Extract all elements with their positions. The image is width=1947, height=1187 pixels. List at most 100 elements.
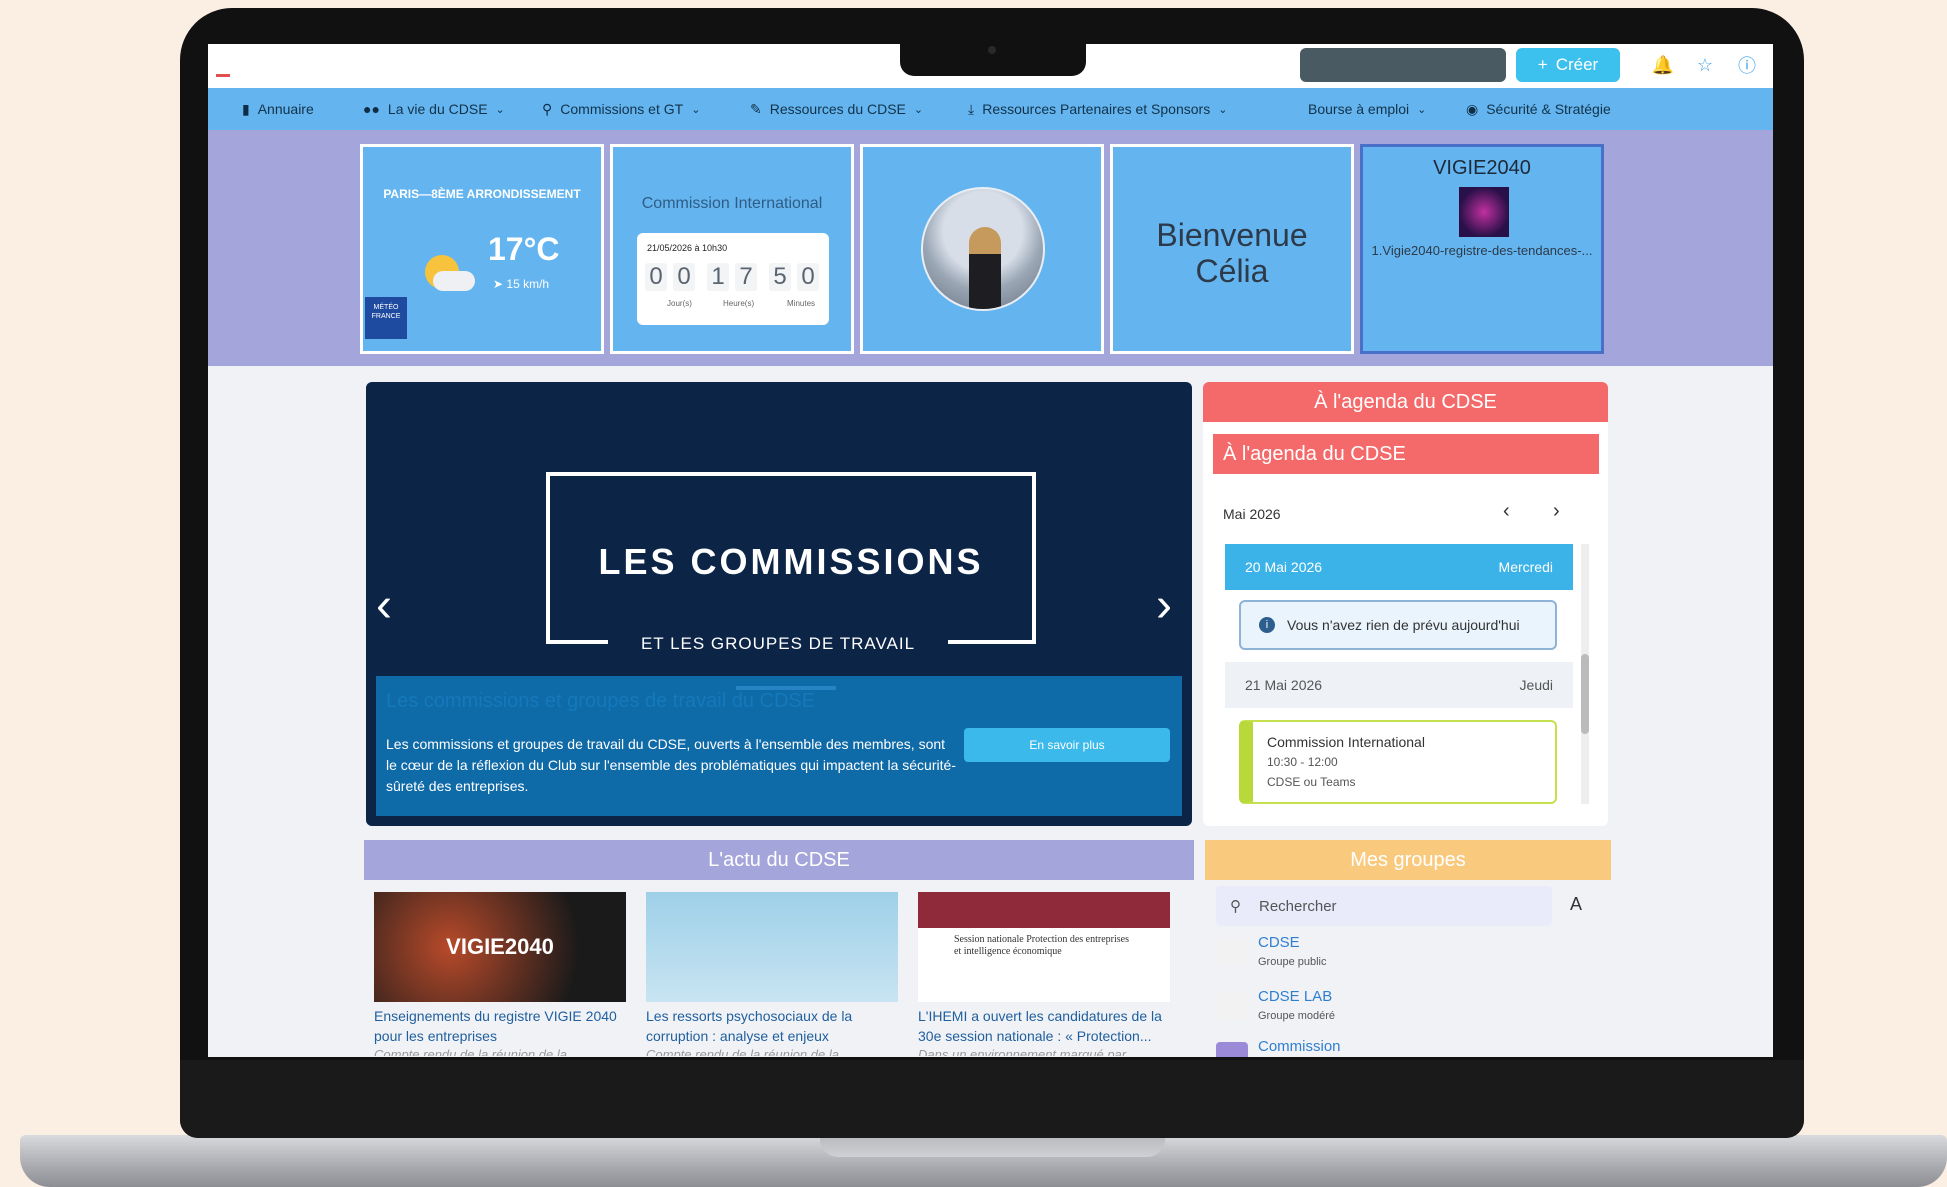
- chevron-down-icon: ⌄: [691, 103, 701, 116]
- carousel-title: LES COMMISSIONS: [598, 541, 984, 582]
- global-search-input[interactable]: [1300, 48, 1506, 82]
- agenda-subheader: À l'agenda du CDSE: [1213, 434, 1599, 474]
- create-button[interactable]: + Créer: [1516, 48, 1620, 82]
- weather-temperature: 17°C: [488, 231, 560, 267]
- group-logo: [1216, 992, 1248, 1020]
- weather-location: PARIS—8ÈME ARRONDISSEMENT: [383, 187, 581, 201]
- countdown-card: 21/05/2026 à 10h30 0 0 1 7 5 0 Jour(s) H…: [637, 233, 829, 325]
- agenda-day-today[interactable]: 20 Mai 2026 Mercredi: [1225, 544, 1573, 590]
- news-image[interactable]: VIGIE2040: [374, 892, 626, 1002]
- agenda-panel: À l'agenda du CDSE À l'agenda du CDSE Ma…: [1203, 382, 1608, 826]
- cloud-icon: [433, 271, 475, 291]
- group-item[interactable]: CDSE Groupe public: [1216, 930, 1546, 978]
- bell-icon[interactable]: 🔔: [1652, 54, 1674, 76]
- group-item[interactable]: Commission: [1216, 1034, 1546, 1057]
- plus-icon: +: [1537, 55, 1548, 74]
- countdown-digit: 7: [735, 263, 757, 291]
- avatar[interactable]: [921, 187, 1045, 311]
- nav-item-commissions[interactable]: ⚲ Commissions et GT ⌄: [542, 88, 700, 130]
- chevron-right-icon[interactable]: ›: [1156, 578, 1172, 633]
- star-icon[interactable]: ☆: [1694, 54, 1716, 76]
- screen: + Créer 🔔 ☆ ⓘ ▮ Annuaire ●● La vie du CD…: [208, 44, 1773, 1057]
- vigie-thumbnail[interactable]: [1459, 187, 1509, 237]
- nav-item-bourse-emploi[interactable]: Bourse à emploi ⌄: [1308, 88, 1426, 130]
- agenda-event[interactable]: Commission International 10:30 - 12:00 C…: [1239, 720, 1557, 804]
- caption-text: Les commissions et groupes de travail du…: [386, 736, 956, 794]
- countdown-digit: 1: [707, 263, 729, 291]
- nav-item-ressources[interactable]: ✎ Ressources du CDSE ⌄: [750, 88, 923, 130]
- nav-item-annuaire[interactable]: ▮ Annuaire: [242, 88, 314, 130]
- countdown-digit: 0: [673, 263, 695, 291]
- agenda-empty-note: i Vous n'avez rien de prévu aujourd'hui: [1239, 600, 1557, 650]
- news-card[interactable]: VIGIE2040 Enseignements du registre VIGI…: [374, 892, 626, 1056]
- vigie-tile[interactable]: VIGIE2040 1.Vigie2040-registre-des-tenda…: [1360, 144, 1604, 354]
- learn-more-button[interactable]: En savoir plus: [964, 728, 1170, 762]
- countdown-unit: Heure(s): [723, 299, 755, 308]
- chevron-right-icon[interactable]: ›: [1553, 500, 1560, 523]
- carousel-frame: LES COMMISSIONS: [546, 472, 1036, 644]
- camera-icon: [988, 46, 996, 54]
- countdown-digit: 0: [645, 263, 667, 291]
- main-nav: ▮ Annuaire ●● La vie du CDSE ⌄ ⚲ Commiss…: [208, 88, 1773, 130]
- weather-tile: PARIS—8ÈME ARRONDISSEMENT 17°C ➤ 15 km/h…: [360, 144, 604, 354]
- chevron-left-icon[interactable]: ‹: [376, 578, 392, 633]
- chevron-down-icon: ⌄: [1218, 103, 1228, 116]
- carousel-caption: Les commissions et groupes de travail du…: [376, 676, 1182, 816]
- news-title[interactable]: Les ressorts psychosociaux de la corrupt…: [646, 1006, 898, 1046]
- news-title[interactable]: L'IHEMI a ouvert les candidatures de la …: [918, 1006, 1170, 1046]
- laptop-hinge: [820, 1135, 1165, 1157]
- profile-tile[interactable]: [860, 144, 1104, 354]
- agenda-month: Mai 2026: [1223, 506, 1281, 522]
- groups-header: Mes groupes: [1205, 840, 1611, 880]
- download-icon: ⤓: [968, 100, 975, 117]
- target-icon: ◉: [1466, 100, 1479, 117]
- group-item[interactable]: CDSE LAB Groupe modéré: [1216, 984, 1546, 1032]
- chevron-down-icon: ⌄: [913, 103, 924, 116]
- countdown-date: 21/05/2026 à 10h30: [647, 243, 728, 253]
- news-title[interactable]: Enseignements du registre VIGIE 2040 pou…: [374, 1006, 626, 1046]
- news-card[interactable]: Les ressorts psychosociaux de la corrupt…: [646, 892, 898, 1056]
- nav-item-securite[interactable]: ◉ Sécurité & Stratégie: [1466, 88, 1611, 130]
- search-icon: ⚲: [1230, 898, 1241, 915]
- meteo-france-logo: MÉTÉO FRANCE: [365, 297, 407, 339]
- news-desc: Compte rendu de la réunion de la: [374, 1047, 567, 1056]
- logo: [216, 74, 230, 77]
- nav-item-partenaires[interactable]: ⤓ Ressources Partenaires et Sponsors ⌄: [968, 88, 1227, 130]
- users-icon: ●●: [363, 101, 380, 117]
- groups-search-input[interactable]: ⚲ Rechercher: [1216, 886, 1552, 926]
- info-icon: i: [1259, 617, 1275, 633]
- vigie-title: VIGIE2040: [1433, 157, 1531, 179]
- search-icon: ⚲: [542, 100, 553, 117]
- countdown-digit: 5: [769, 263, 791, 291]
- countdown-unit: Minutes: [787, 299, 816, 308]
- book-icon: ▮: [242, 100, 250, 117]
- vigie-file-link[interactable]: 1.Vigie2040-registre-des-tendances-...: [1363, 243, 1601, 258]
- nav-item-vie-cdse[interactable]: ●● La vie du CDSE ⌄: [363, 88, 505, 130]
- help-icon[interactable]: ⓘ: [1736, 54, 1758, 76]
- caption-title: Les commissions et groupes de travail du…: [386, 690, 816, 712]
- welcome-text: Bienvenue Célia: [1156, 217, 1308, 289]
- chevron-down-icon: ⌄: [1417, 103, 1427, 116]
- agenda-scrollbar[interactable]: [1581, 544, 1589, 804]
- group-logo: [1216, 1042, 1248, 1057]
- agenda-header: À l'agenda du CDSE: [1203, 382, 1608, 422]
- news-desc: Dans un environnement marqué par: [918, 1047, 1127, 1056]
- group-logo: [1216, 938, 1248, 966]
- news-image[interactable]: [646, 892, 898, 1002]
- welcome-tile: Bienvenue Célia: [1110, 144, 1354, 354]
- news-desc: Compte rendu de la réunion de la: [646, 1047, 839, 1056]
- countdown-title: Commission International: [641, 195, 823, 212]
- countdown-digit: 0: [797, 263, 819, 291]
- scrollbar-thumb[interactable]: [1581, 654, 1589, 734]
- news-image-banner: [918, 892, 1170, 928]
- agenda-day[interactable]: 21 Mai 2026 Jeudi: [1225, 662, 1573, 708]
- tiles-band: PARIS—8ÈME ARRONDISSEMENT 17°C ➤ 15 km/h…: [208, 130, 1773, 366]
- countdown-unit: Jour(s): [667, 299, 692, 308]
- news-card[interactable]: Session nationale Protection des entrepr…: [918, 892, 1170, 1056]
- news-image[interactable]: Session nationale Protection des entrepr…: [918, 892, 1170, 1002]
- sort-alpha-icon[interactable]: A: [1570, 894, 1582, 915]
- avatar-person: [969, 227, 1001, 309]
- countdown-tile: Commission International 21/05/2026 à 10…: [610, 144, 854, 354]
- chevron-left-icon[interactable]: ‹: [1503, 500, 1510, 523]
- actu-header: L'actu du CDSE: [364, 840, 1194, 880]
